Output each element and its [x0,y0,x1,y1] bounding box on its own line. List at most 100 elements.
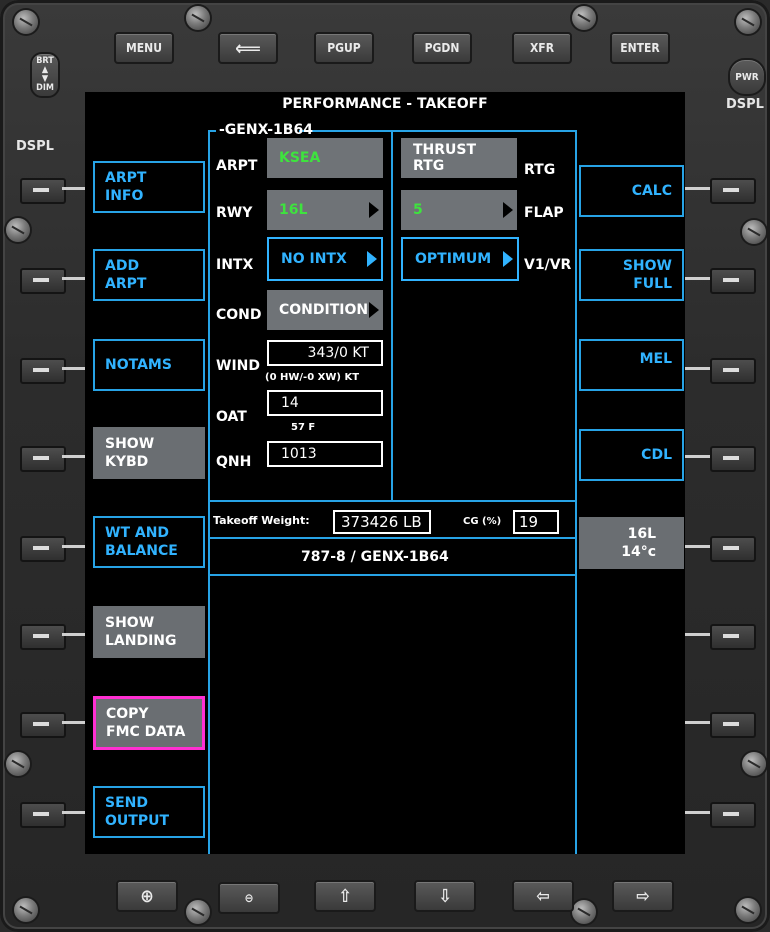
screw [186,900,210,924]
lsk-line [62,277,87,280]
lsk-left-7[interactable] [20,712,66,738]
scroll-down-button[interactable]: ⇩ [414,880,476,912]
rwy-field[interactable]: 16L [267,190,383,230]
lsk-left-3[interactable] [20,358,66,384]
lsk-line [685,455,710,458]
key-line2: FULL [633,276,672,292]
cg-input[interactable]: 19 [513,510,559,534]
cond-field[interactable]: CONDITION [267,290,383,330]
thrust-rating-field[interactable]: THRUST RTG [401,138,527,178]
chevron-right-icon [369,302,379,318]
wind-input[interactable]: 343/0 KT [267,340,383,366]
lsk-left-1[interactable] [20,178,66,204]
intx-label: INTX [216,257,254,273]
frame-right [575,130,577,854]
add-arpt-key[interactable]: ADD ARPT [93,249,205,301]
flap-field[interactable]: 5 [401,190,517,230]
key-line2: KYBD [105,454,149,470]
lsk-line [685,721,710,724]
lsk-right-4[interactable] [710,446,756,472]
aircraft-model: 787-8 / GENX-1B64 [301,549,449,565]
pgdn-button[interactable]: PGDN [412,32,472,64]
key-line2: INFO [105,188,144,204]
cond-label: COND [216,307,262,323]
lsk-right-3[interactable] [710,358,756,384]
oat-input[interactable]: 14 [267,390,383,416]
arrow-right-icon: ⇨ [636,885,650,907]
screw [742,752,766,776]
screw [14,10,38,34]
pgup-button[interactable]: PGUP [314,32,374,64]
intx-field[interactable]: NO INTX [267,237,383,281]
key-line2: LANDING [105,633,177,649]
flap-value: 5 [413,202,423,218]
lsk-right-8[interactable] [710,802,756,828]
chevron-right-icon [369,202,379,218]
lsk-right-5[interactable] [710,536,756,562]
calc-key[interactable]: CALC [579,165,684,217]
qnh-value: 1013 [281,446,317,462]
screw [736,898,760,922]
frame-top-right [299,130,577,132]
scroll-right-button[interactable]: ⇨ [612,880,674,912]
scroll-up-button[interactable]: ⇧ [314,880,376,912]
show-landing-key[interactable]: SHOW LANDING [93,606,205,658]
zoom-in-button[interactable]: ⊕ [116,880,178,912]
wt-and-balance-key[interactable]: WT AND BALANCE [93,516,205,568]
runway-value: 16L [627,526,656,542]
zoom-out-button[interactable]: ⊖ [218,882,280,914]
arpt-label: ARPT [216,158,258,174]
key-line1: ADD [105,258,140,274]
key-line1: COPY [106,706,149,722]
show-full-key[interactable]: SHOW FULL [579,249,684,301]
arpt-info-key[interactable]: ARPT INFO [93,161,205,213]
v-speed-field[interactable]: OPTIMUM [401,237,519,281]
send-output-key[interactable]: SEND OUTPUT [93,786,205,838]
qnh-input[interactable]: 1013 [267,441,383,467]
screw [736,10,760,34]
back-button[interactable]: ⟸ [218,32,278,64]
zoom-in-icon: ⊕ [140,885,154,907]
scroll-left-button[interactable]: ⇦ [512,880,574,912]
screw [742,220,766,244]
lsk-right-6[interactable] [710,624,756,650]
lsk-left-4[interactable] [20,446,66,472]
lsk-left-5[interactable] [20,536,66,562]
copy-fmc-data-key[interactable]: COPY FMC DATA [93,696,205,750]
arpt-field[interactable]: KSEA [267,138,383,178]
wind-label: WIND [216,358,260,374]
notams-key[interactable]: NOTAMS [93,339,205,391]
dspl-label-left: DSPL [16,139,54,154]
brightness-control[interactable]: BRT ▲ ▼ DIM [30,52,60,98]
frame-model-bottom [208,574,577,576]
lsk-right-1[interactable] [710,178,756,204]
zoom-out-icon: ⊖ [244,891,254,905]
takeoff-weight-value: 373426 LB [341,513,422,531]
thrust-value: THRUST RTG [413,142,477,174]
xfr-button[interactable]: XFR [512,32,572,64]
back-arrow-icon: ⟸ [235,36,261,60]
lsk-left-6[interactable] [20,624,66,650]
lsk-line [62,633,87,636]
key-line1: CDL [641,447,672,463]
pwr-button[interactable]: PWR [728,58,766,96]
wind-components: (0 HW/-0 XW) KT [265,372,360,383]
show-kybd-key[interactable]: SHOW KYBD [93,427,205,479]
enter-button[interactable]: ENTER [610,32,670,64]
cg-label: CG (%) [463,516,502,527]
lsk-left-2[interactable] [20,268,66,294]
takeoff-weight-input[interactable]: 373426 LB [333,510,431,534]
display-screen: PERFORMANCE - TAKEOFF ARPT INFO ADD ARPT… [85,92,685,854]
lsk-left-8[interactable] [20,802,66,828]
lsk-right-7[interactable] [710,712,756,738]
rwy-value: 16L [279,202,308,218]
frame-weight-bottom [208,537,577,539]
menu-button[interactable]: MENU [114,32,174,64]
screw [6,218,30,242]
mel-key[interactable]: MEL [579,339,684,391]
cdl-key[interactable]: CDL [579,429,684,481]
lsk-right-2[interactable] [710,268,756,294]
key-line1: SHOW [105,436,155,452]
lsk-line [62,455,87,458]
screw [14,898,38,922]
